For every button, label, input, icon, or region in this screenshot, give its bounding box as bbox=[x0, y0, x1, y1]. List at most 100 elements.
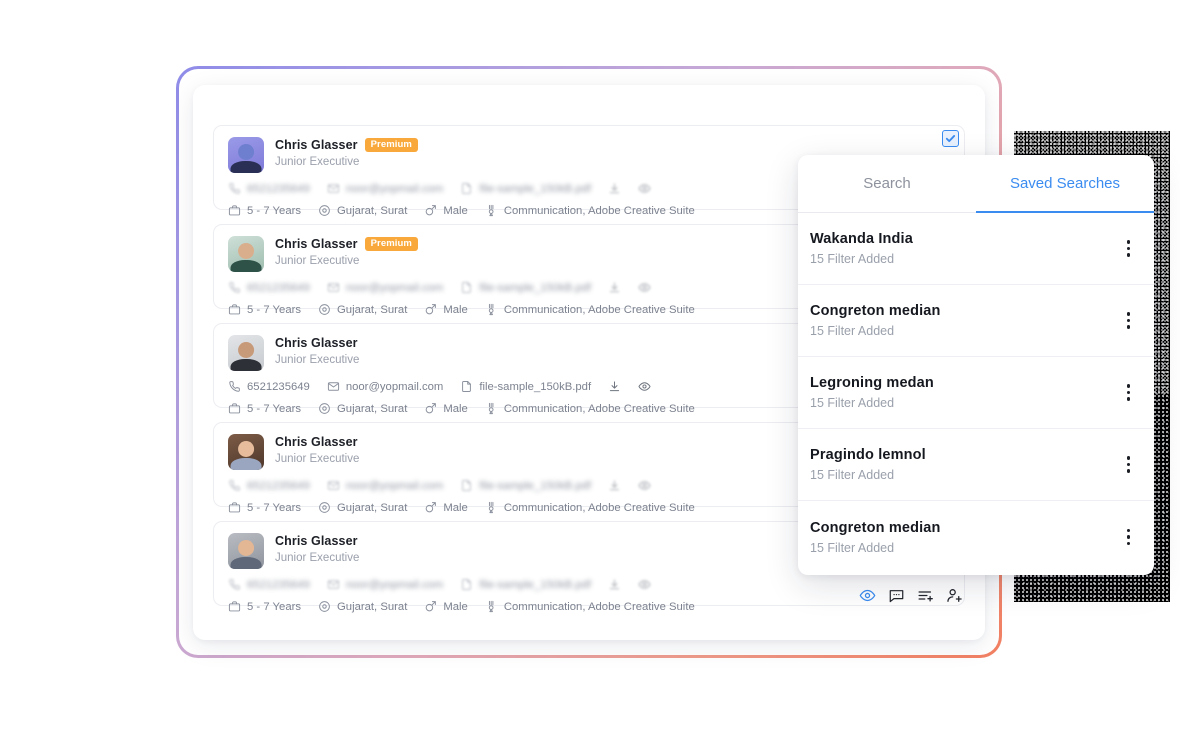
candidate-name: Chris Glasser bbox=[275, 336, 358, 350]
premium-badge: Premium bbox=[364, 138, 418, 152]
download-icon[interactable] bbox=[608, 479, 621, 492]
more-options-icon[interactable] bbox=[1123, 450, 1134, 478]
select-all-checkbox[interactable] bbox=[942, 130, 959, 147]
experience-value: 5 - 7 Years bbox=[247, 402, 302, 415]
location-value: Gujarat, Surat bbox=[337, 501, 408, 514]
saved-search-text: Wakanda India 15 Filter Added bbox=[810, 231, 913, 266]
avatar bbox=[228, 434, 264, 470]
file-item: file-sample_150kB.pdf bbox=[460, 281, 591, 294]
location-item: Gujarat, Surat bbox=[318, 501, 407, 514]
panel-tabs: Search Saved Searches bbox=[798, 155, 1154, 213]
skill-icon bbox=[485, 600, 498, 613]
gender-icon bbox=[424, 204, 437, 217]
gender-item: Male bbox=[424, 600, 468, 613]
phone-value: 6521235649 bbox=[247, 380, 310, 393]
screenshot-root: Chris Glasser Premium Junior Executive 6521… bbox=[0, 0, 1180, 732]
preview-eye-icon[interactable] bbox=[638, 578, 651, 591]
saved-search-text: Congreton median 15 Filter Added bbox=[810, 303, 941, 338]
location-icon bbox=[318, 402, 331, 415]
file-name: file-sample_150kB.pdf bbox=[479, 380, 592, 393]
file-name: file-sample_150kB.pdf bbox=[479, 182, 592, 195]
more-options-icon[interactable] bbox=[1123, 306, 1134, 334]
candidate-name: Chris Glasser bbox=[275, 138, 358, 152]
experience-item: 5 - 7 Years bbox=[228, 204, 301, 217]
preview-eye-icon[interactable] bbox=[638, 182, 651, 195]
email-item: noor@yopmail.com bbox=[327, 281, 443, 294]
add-user-icon[interactable] bbox=[946, 587, 963, 604]
preview-eye-icon[interactable] bbox=[638, 479, 651, 492]
experience-value: 5 - 7 Years bbox=[247, 600, 302, 613]
gender-value: Male bbox=[443, 204, 468, 217]
gender-icon bbox=[424, 600, 437, 613]
skill-icon bbox=[485, 303, 498, 316]
candidate-contact-line: 6521235649 noor@yopmail.com file-sample_15… bbox=[228, 578, 950, 591]
candidate-name-line: Chris Glasser Premium bbox=[275, 137, 950, 153]
gender-value: Male bbox=[443, 501, 468, 514]
email-item: noor@yopmail.com bbox=[327, 380, 443, 393]
saved-search-title: Pragindo lemnol bbox=[810, 447, 926, 463]
saved-search-text: Congreton median 15 Filter Added bbox=[810, 520, 941, 555]
phone-icon bbox=[228, 182, 241, 195]
download-icon[interactable] bbox=[608, 182, 621, 195]
file-icon bbox=[460, 479, 473, 492]
more-options-icon[interactable] bbox=[1123, 378, 1134, 406]
download-icon[interactable] bbox=[608, 578, 621, 591]
experience-item: 5 - 7 Years bbox=[228, 402, 301, 415]
file-item: file-sample_150kB.pdf bbox=[460, 578, 591, 591]
gender-item: Male bbox=[424, 501, 468, 514]
skills-value: Communication, Adobe Creative Suite bbox=[503, 600, 695, 613]
email-item: noor@yopmail.com bbox=[327, 479, 443, 492]
preview-eye-icon[interactable] bbox=[638, 380, 651, 393]
saved-search-item[interactable]: Legroning medan 15 Filter Added bbox=[798, 357, 1154, 429]
saved-search-item[interactable]: Congreton median 15 Filter Added bbox=[798, 285, 1154, 357]
gender-value: Male bbox=[443, 600, 468, 613]
gender-value: Male bbox=[443, 402, 468, 415]
experience-value: 5 - 7 Years bbox=[247, 501, 302, 514]
download-icon[interactable] bbox=[608, 380, 621, 393]
avatar bbox=[228, 137, 264, 173]
phone-value: 6521235649 bbox=[247, 578, 310, 591]
avatar bbox=[228, 236, 264, 272]
saved-search-subtitle: 15 Filter Added bbox=[810, 252, 895, 266]
saved-search-item[interactable]: Wakanda India 15 Filter Added bbox=[798, 213, 1154, 285]
file-name: file-sample_150kB.pdf bbox=[479, 281, 592, 294]
saved-search-subtitle: 15 Filter Added bbox=[810, 540, 895, 555]
experience-value: 5 - 7 Years bbox=[247, 303, 302, 316]
preview-eye-icon[interactable] bbox=[638, 281, 651, 294]
location-item: Gujarat, Surat bbox=[318, 402, 407, 415]
phone-value: 6521235649 bbox=[247, 182, 310, 195]
briefcase-icon bbox=[228, 600, 241, 613]
phone-value: 6521235649 bbox=[247, 281, 310, 294]
location-item: Gujarat, Surat bbox=[318, 303, 407, 316]
candidate-name: Chris Glasser bbox=[275, 534, 358, 548]
more-options-icon[interactable] bbox=[1123, 234, 1134, 262]
saved-search-item[interactable]: Pragindo lemnol 15 Filter Added bbox=[798, 429, 1154, 501]
saved-search-item[interactable]: Congreton median 15 Filter Added bbox=[798, 501, 1154, 573]
download-icon[interactable] bbox=[608, 281, 621, 294]
file-item: file-sample_150kB.pdf bbox=[460, 479, 591, 492]
eye-icon[interactable] bbox=[859, 587, 876, 604]
skills-value: Communication, Adobe Creative Suite bbox=[503, 501, 695, 514]
skills-item: Communication, Adobe Creative Suite bbox=[485, 402, 695, 415]
location-value: Gujarat, Surat bbox=[337, 204, 408, 217]
candidate-attributes-line: 5 - 7 Years Gujarat, Surat Male Communicati… bbox=[228, 600, 950, 613]
phone-icon bbox=[228, 479, 241, 492]
more-options-icon[interactable] bbox=[1123, 523, 1134, 551]
comment-icon[interactable] bbox=[888, 587, 905, 604]
phone-icon bbox=[228, 380, 241, 393]
briefcase-icon bbox=[228, 402, 241, 415]
tab-search[interactable]: Search bbox=[798, 155, 976, 212]
location-item: Gujarat, Surat bbox=[318, 600, 407, 613]
location-icon bbox=[318, 204, 331, 217]
briefcase-icon bbox=[228, 501, 241, 514]
add-to-list-icon[interactable] bbox=[917, 587, 934, 604]
tab-saved-searches[interactable]: Saved Searches bbox=[976, 155, 1154, 213]
phone-icon bbox=[228, 281, 241, 294]
saved-searches-list: Wakanda India 15 Filter Added Congreton me… bbox=[798, 213, 1154, 573]
experience-item: 5 - 7 Years bbox=[228, 501, 301, 514]
gender-icon bbox=[424, 501, 437, 514]
email-item: noor@yopmail.com bbox=[327, 578, 443, 591]
candidate-name: Chris Glasser bbox=[275, 237, 358, 251]
gender-item: Male bbox=[424, 204, 468, 217]
location-item: Gujarat, Surat bbox=[318, 204, 407, 217]
